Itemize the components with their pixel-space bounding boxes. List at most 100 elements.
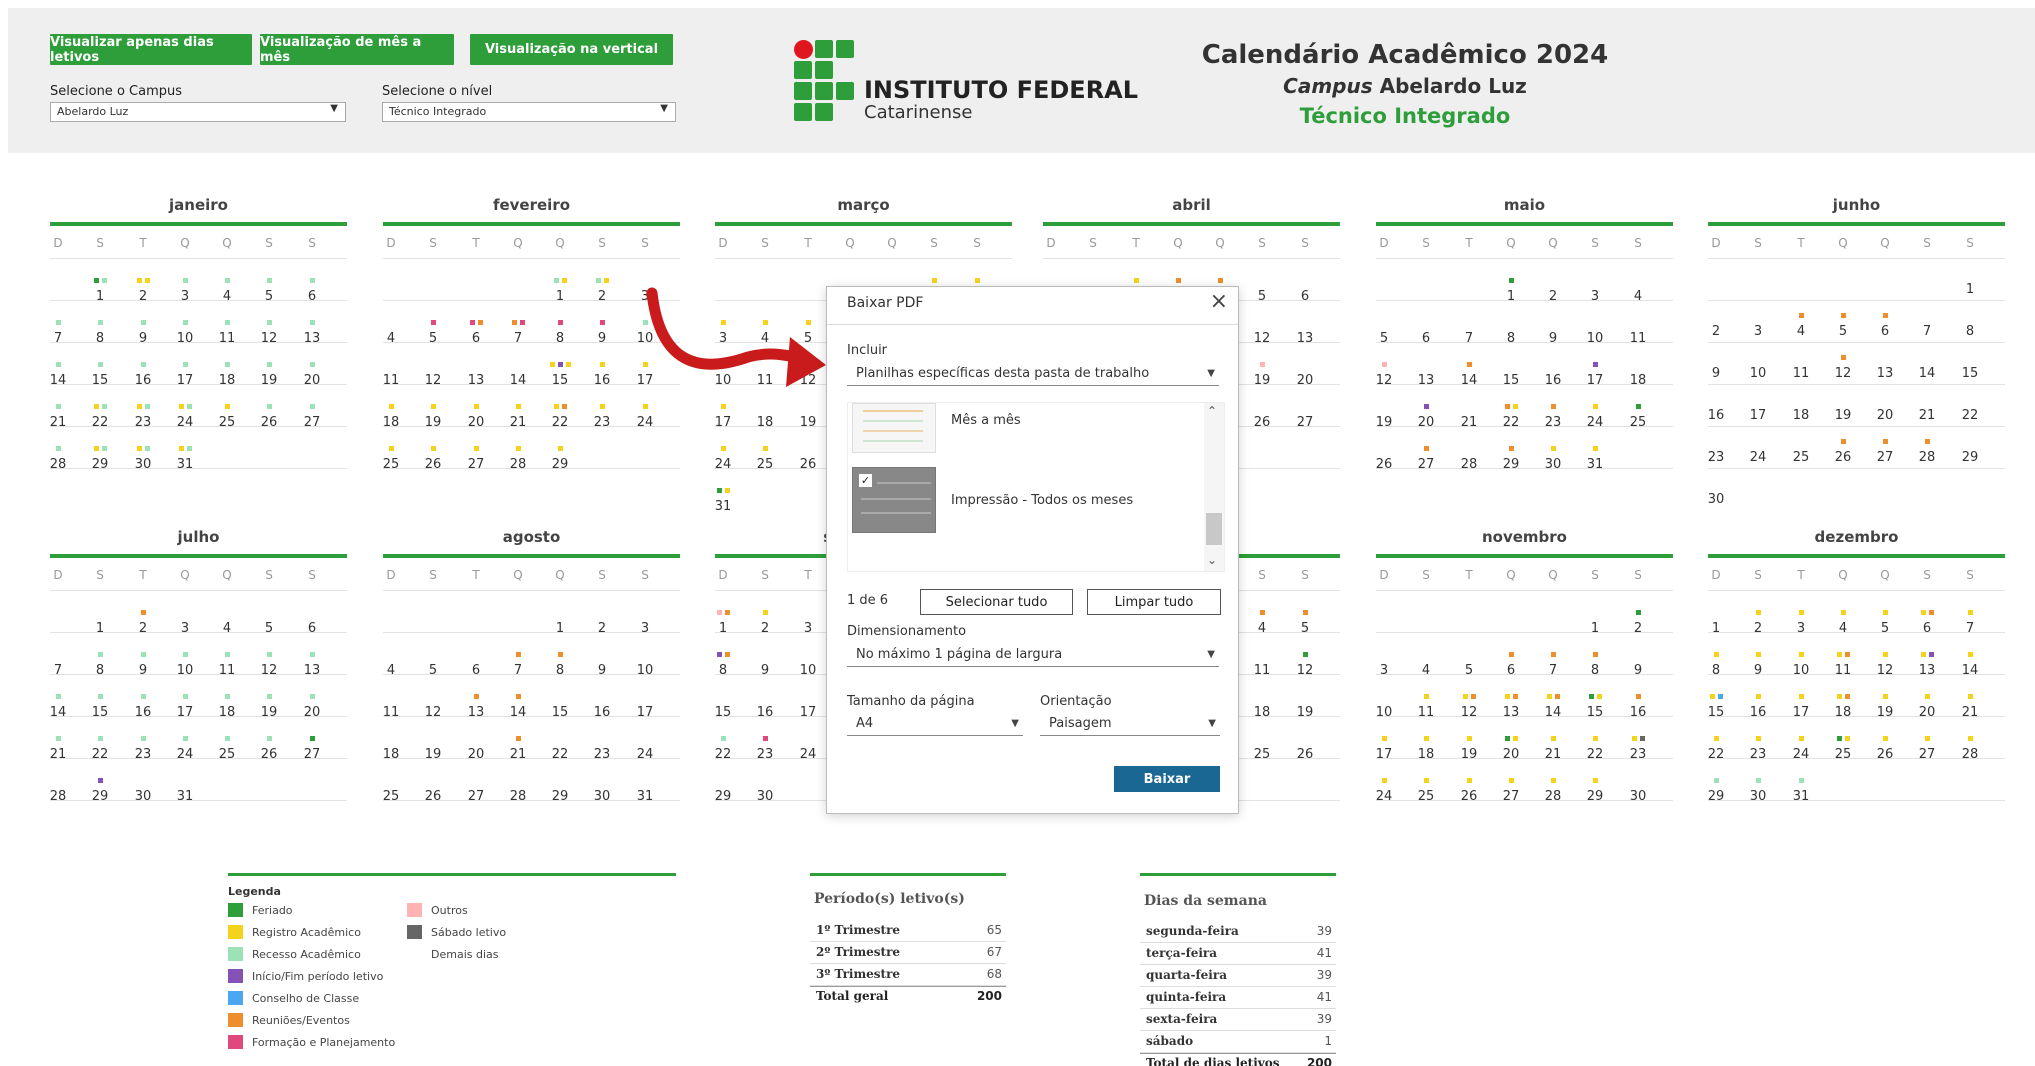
- day-markers: [1363, 362, 1405, 367]
- day-markers: [1780, 736, 1822, 741]
- day-cell: 3: [180, 621, 190, 636]
- chevron-up-icon[interactable]: ⌃: [1207, 404, 1217, 418]
- event-marker: [515, 446, 521, 451]
- campus-select[interactable]: Abelardo Luz ▼: [50, 102, 346, 122]
- day-markers: [1448, 778, 1490, 783]
- day-markers: [1864, 652, 1906, 657]
- day-cell: 6: [1922, 621, 1932, 636]
- event-marker: [1512, 694, 1518, 699]
- list-scrollbar[interactable]: ⌃ ⌄: [1204, 403, 1224, 571]
- chevron-down-icon[interactable]: ⌄: [1207, 553, 1217, 567]
- orientation-select[interactable]: Paisagem ▼: [1040, 714, 1220, 736]
- event-marker: [511, 320, 517, 325]
- day-markers: [1490, 694, 1532, 699]
- day-markers: [248, 278, 290, 283]
- scaling-select[interactable]: No máximo 1 página de largura ▼: [847, 645, 1219, 667]
- event-marker: [182, 736, 188, 741]
- day-markers: [539, 362, 581, 367]
- event-marker: [1840, 313, 1846, 318]
- campus-value: Abelardo Luz: [57, 105, 129, 118]
- day-markers: [1822, 610, 1864, 615]
- day-cell: 25: [1834, 747, 1852, 762]
- day-cell: 31: [714, 499, 732, 514]
- day-cell: 18: [1834, 705, 1852, 720]
- day-markers: [1695, 652, 1737, 657]
- day-cell: 20: [303, 373, 321, 388]
- day-cell: 17: [1586, 373, 1604, 388]
- day-cell: 8: [95, 663, 105, 678]
- day-cell: 15: [91, 705, 109, 720]
- scaling-value: No máximo 1 página de largura: [856, 647, 1063, 662]
- day-cell: 31: [1792, 789, 1810, 804]
- event-marker: [224, 404, 230, 409]
- day-markers: [1532, 694, 1574, 699]
- event-marker: [266, 652, 272, 657]
- institution-sub: Catarinense: [864, 102, 973, 123]
- day-cell: 23: [1629, 747, 1647, 762]
- day-markers: [1532, 652, 1574, 657]
- day-markers: [913, 278, 955, 283]
- day-markers: [122, 278, 164, 283]
- legend-swatch: [228, 969, 243, 983]
- day-cell: 31: [176, 457, 194, 472]
- weekday-label: S: [308, 236, 316, 250]
- close-icon[interactable]: ×: [1210, 289, 1228, 314]
- view-month-button[interactable]: Visualização de mês a mês: [260, 34, 454, 65]
- day-markers: [37, 736, 79, 741]
- month-bar: [1043, 222, 1340, 226]
- day-cell: 25: [756, 457, 774, 472]
- clear-all-button[interactable]: Limpar tudo: [1087, 589, 1221, 615]
- event-marker: [1924, 439, 1930, 444]
- day-markers: [164, 652, 206, 657]
- day-markers: [1405, 736, 1447, 741]
- event-marker: [716, 652, 722, 657]
- event-marker: [1423, 446, 1429, 451]
- day-markers: [1363, 736, 1405, 741]
- weekday-label: S: [1923, 236, 1931, 250]
- day-cell: 23: [134, 415, 152, 430]
- day-markers: [1532, 736, 1574, 741]
- view-letivos-button[interactable]: Visualizar apenas dias letivos: [50, 34, 252, 65]
- scrollbar-thumb[interactable]: [1206, 513, 1222, 545]
- sheet-list[interactable]: Mês a mês ✓ Impressão - Todos os meses ⌃…: [847, 402, 1225, 572]
- event-marker: [549, 362, 555, 367]
- day-markers: [497, 320, 539, 325]
- month-bar: [50, 554, 347, 558]
- table-total-divider: [810, 986, 1006, 987]
- event-marker: [309, 652, 315, 657]
- event-marker: [1631, 736, 1637, 741]
- day-cell: 5: [1300, 621, 1310, 636]
- event-marker: [182, 652, 188, 657]
- day-cell: 29: [91, 457, 109, 472]
- pdf-dialog: Baixar PDF × Incluir Planilhas específic…: [826, 286, 1239, 814]
- day-markers: [702, 736, 744, 741]
- day-markers: [1864, 610, 1906, 615]
- view-vertical-button[interactable]: Visualização na vertical: [470, 34, 673, 65]
- nivel-select[interactable]: Técnico Integrado ▼: [382, 102, 676, 122]
- event-marker: [1302, 652, 1308, 657]
- event-marker: [388, 446, 394, 451]
- day-cell: 5: [1379, 331, 1389, 346]
- day-cell: 16: [593, 705, 611, 720]
- day-markers: [248, 320, 290, 325]
- checkbox-checked-icon[interactable]: ✓: [859, 474, 872, 487]
- day-markers: [248, 736, 290, 741]
- day-cell: 14: [509, 705, 527, 720]
- weekday-label: S: [1258, 568, 1266, 582]
- weekday-label: T: [804, 236, 812, 250]
- month-name: novembro: [1481, 528, 1567, 546]
- include-select[interactable]: Planilhas específicas desta pasta de tra…: [847, 364, 1219, 386]
- select-all-button[interactable]: Selecionar tudo: [920, 589, 1073, 615]
- day-cell: 24: [1375, 789, 1393, 804]
- page-size-select[interactable]: A4 ▼: [847, 714, 1023, 736]
- day-cell: 29: [1586, 789, 1604, 804]
- day-cell: 28: [1918, 450, 1936, 465]
- day-cell: 28: [1460, 457, 1478, 472]
- weekday-label: Q: [1880, 236, 1890, 250]
- if-logo-icon: [794, 40, 854, 121]
- day-markers: [1617, 694, 1659, 699]
- include-label: Incluir: [847, 343, 888, 358]
- day-markers: [1780, 694, 1822, 699]
- day-markers: [1448, 694, 1490, 699]
- download-button[interactable]: Baixar: [1114, 766, 1220, 792]
